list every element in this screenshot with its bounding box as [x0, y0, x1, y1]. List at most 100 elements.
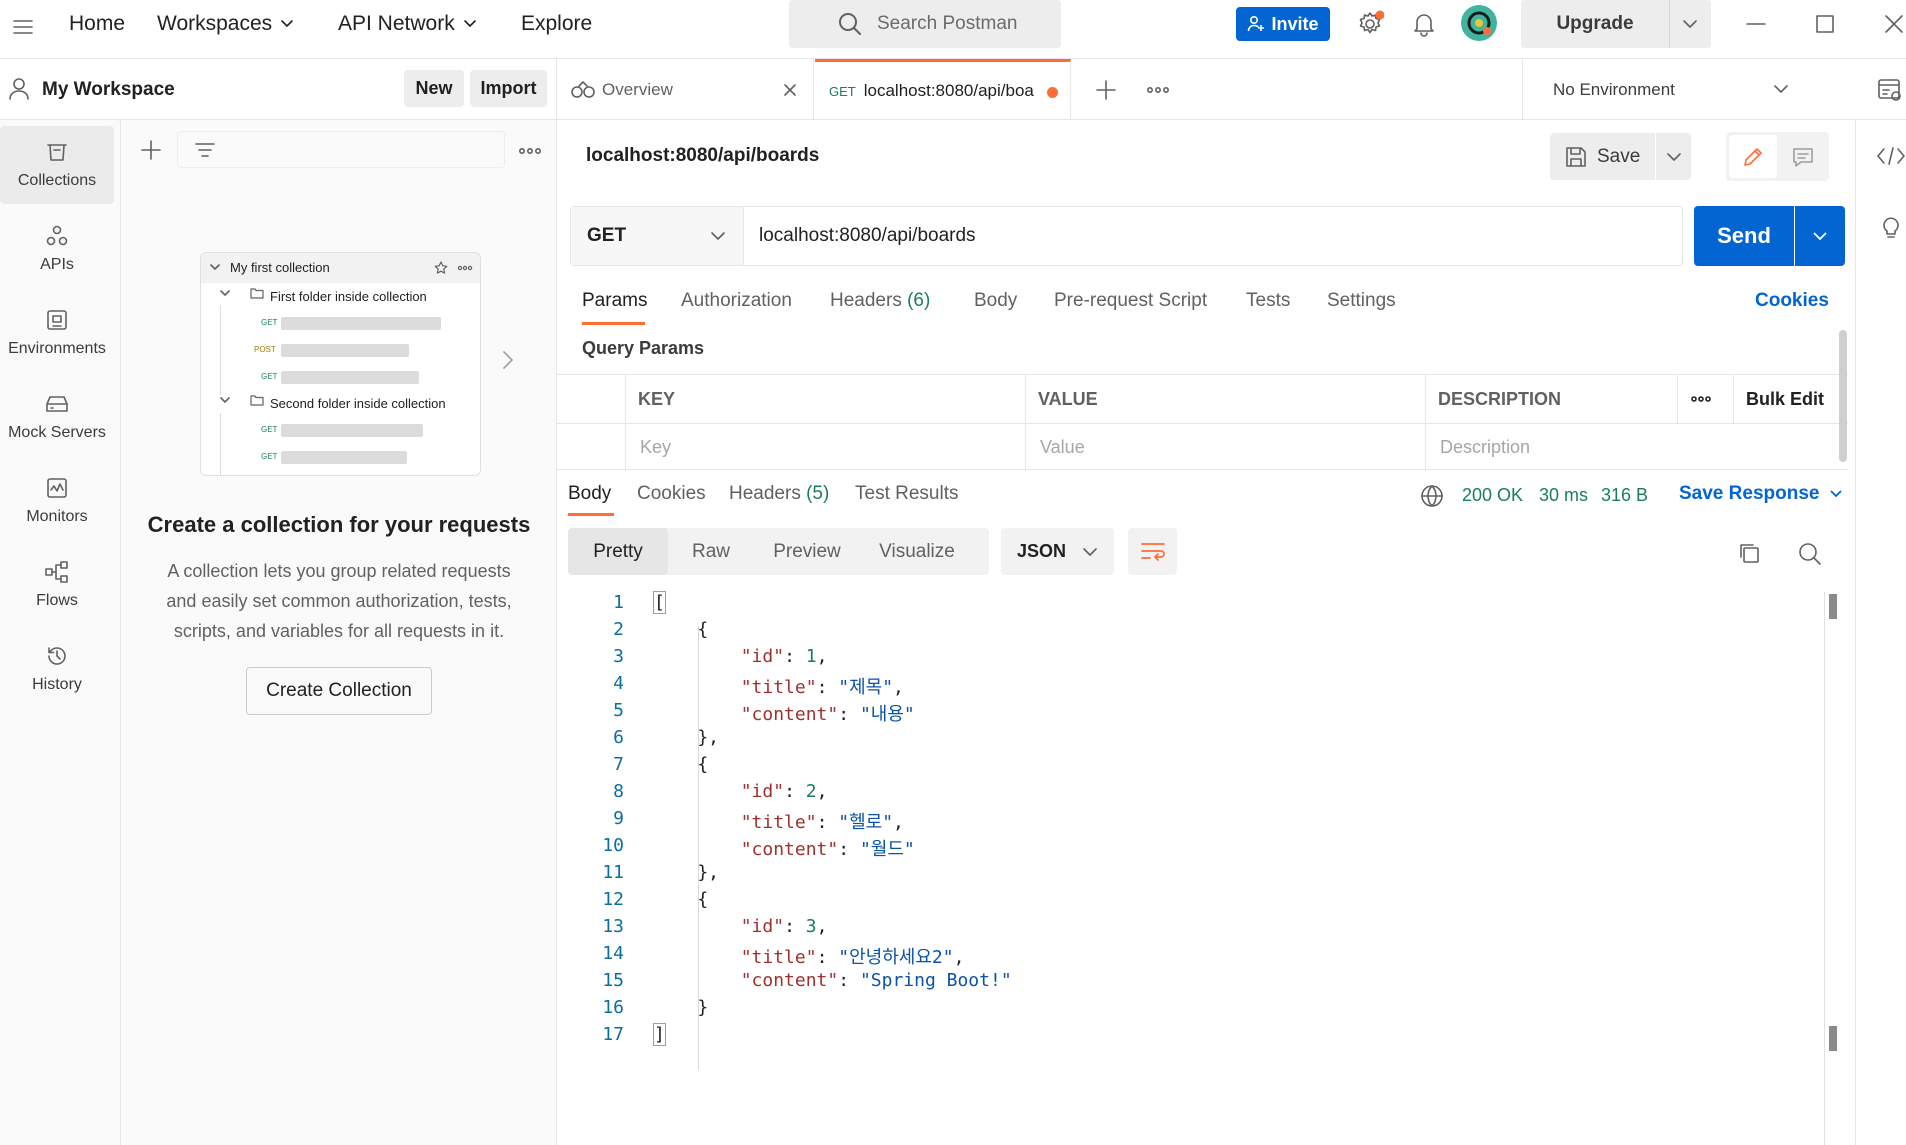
json-value-id: 3	[805, 916, 817, 937]
collection-filter-input[interactable]	[177, 131, 505, 168]
sidebar-item-flows[interactable]: Flows	[0, 546, 114, 624]
request-scrollbar[interactable]	[1839, 330, 1847, 462]
save-response-button[interactable]: Save Response	[1679, 483, 1843, 505]
code-line: "id": 2,	[740, 781, 828, 802]
nav-home[interactable]: Home	[69, 12, 125, 36]
line-number: 11	[602, 862, 624, 883]
active-tab-indicator	[568, 513, 614, 516]
view-visualize[interactable]: Visualize	[860, 528, 974, 575]
url-input[interactable]: localhost:8080/api/boards	[759, 225, 976, 247]
save-button[interactable]: Save	[1550, 133, 1655, 180]
chevron-down-icon	[281, 20, 293, 27]
line-number: 14	[602, 943, 624, 964]
close-icon[interactable]	[783, 83, 797, 97]
code-line: },	[654, 862, 720, 883]
param-key-input[interactable]: Key	[625, 423, 1025, 471]
sidebar-item-collections[interactable]: Collections	[0, 126, 114, 204]
globe-icon[interactable]	[1420, 484, 1444, 508]
avatar[interactable]	[1461, 5, 1497, 41]
chevron-down-icon[interactable]	[1682, 19, 1698, 29]
hamburger-menu-icon[interactable]	[12, 18, 34, 36]
environment-selector[interactable]: No Environment	[1523, 59, 1833, 120]
response-tab-body[interactable]: Body	[568, 483, 611, 505]
editor-scroll-marker-top[interactable]	[1829, 594, 1837, 619]
notifications-bell-icon[interactable]	[1411, 11, 1437, 37]
sidebar-item-environments[interactable]: Environments	[0, 294, 114, 372]
apis-icon	[46, 225, 68, 246]
nav-api-network[interactable]: API Network	[338, 12, 477, 36]
send-dropdown[interactable]	[1795, 206, 1845, 266]
response-body-editor[interactable]: 1 [ 2 { 3 "id": 1, 4 "title": "제목", 5 "c…	[568, 590, 1828, 1070]
add-collection-icon[interactable]	[140, 139, 162, 161]
comments-mode-button[interactable]	[1780, 135, 1826, 178]
view-preview[interactable]: Preview	[754, 528, 860, 575]
comment-icon	[1793, 148, 1813, 167]
tab-authorization[interactable]: Authorization	[681, 290, 792, 312]
bulk-edit-button[interactable]: Bulk Edit	[1733, 375, 1848, 423]
maximize-window-icon[interactable]	[1816, 15, 1834, 33]
tab-settings[interactable]: Settings	[1327, 290, 1396, 312]
empty-state-description-line: A collection lets you group related requ…	[167, 561, 511, 581]
invite-button[interactable]: Invite	[1236, 7, 1330, 41]
response-tab-test-results[interactable]: Test Results	[855, 483, 958, 505]
view-pretty[interactable]: Pretty	[568, 528, 668, 575]
upgrade-button[interactable]: Upgrade	[1521, 0, 1711, 48]
nav-workspaces[interactable]: Workspaces	[157, 12, 294, 36]
import-button[interactable]: Import	[470, 70, 547, 107]
create-collection-button[interactable]: Create Collection	[246, 667, 432, 715]
close-window-icon[interactable]	[1884, 14, 1904, 34]
edit-mode-button[interactable]	[1729, 135, 1777, 178]
environment-quick-look-icon[interactable]	[1877, 77, 1903, 103]
nav-explore[interactable]: Explore	[521, 12, 592, 36]
params-more-button[interactable]	[1677, 375, 1733, 423]
sidebar-item-history[interactable]: History	[0, 630, 114, 708]
sidebar-item-apis[interactable]: APIs	[0, 210, 114, 288]
history-icon	[48, 647, 66, 665]
minimize-window-icon[interactable]	[1746, 22, 1766, 26]
params-table: KEY VALUE DESCRIPTION Bulk Edit Key Valu…	[557, 374, 1848, 471]
method-get: GET	[261, 372, 278, 381]
sidebar-item-label: APIs	[40, 256, 74, 273]
tab-pre-request-script[interactable]: Pre-request Script	[1054, 290, 1207, 312]
new-button[interactable]: New	[404, 70, 464, 107]
sidebar-item-mock-servers[interactable]: Mock Servers	[0, 378, 114, 456]
copy-icon[interactable]	[1737, 541, 1761, 565]
chevron-right-icon[interactable]	[502, 350, 514, 370]
settings-gear-icon[interactable]	[1356, 10, 1384, 38]
param-description-input[interactable]: Description	[1425, 423, 1848, 471]
search-bar[interactable]: Search Postman	[789, 0, 1061, 48]
response-size[interactable]: 316 B	[1601, 485, 1648, 506]
nav-explore-label: Explore	[521, 12, 593, 35]
wrap-lines-button[interactable]	[1128, 528, 1177, 575]
editor-scroll-marker-bottom[interactable]	[1829, 1026, 1837, 1051]
code-icon[interactable]	[1876, 146, 1906, 166]
tab-tests[interactable]: Tests	[1246, 290, 1290, 312]
view-raw[interactable]: Raw	[668, 528, 754, 575]
lightbulb-icon[interactable]	[1878, 214, 1904, 240]
tabs-more-icon[interactable]	[1146, 86, 1170, 94]
response-tab-headers[interactable]: Headers (5)	[729, 483, 829, 505]
request-name[interactable]: localhost:8080/api/boards	[586, 145, 819, 167]
tab-overview[interactable]: Overview	[557, 59, 814, 120]
new-tab-plus-icon[interactable]	[1095, 79, 1117, 101]
response-time[interactable]: 30 ms	[1539, 485, 1588, 506]
tab-params[interactable]: Params	[582, 290, 647, 312]
workspace-name[interactable]: My Workspace	[42, 79, 175, 101]
more-options-icon[interactable]	[518, 147, 542, 155]
method-select[interactable]: GET	[571, 207, 744, 265]
tab-headers[interactable]: Headers (6)	[830, 290, 930, 312]
format-select[interactable]: JSON	[1001, 528, 1114, 575]
send-button[interactable]: Send	[1694, 206, 1794, 266]
save-dropdown[interactable]	[1656, 133, 1691, 180]
code-line: "content": "Spring Boot!"	[740, 970, 1012, 991]
cookies-link[interactable]: Cookies	[1755, 290, 1829, 312]
tree-guide	[220, 305, 221, 395]
search-response-icon[interactable]	[1797, 541, 1823, 567]
tab-request[interactable]: GET localhost:8080/api/boa	[815, 59, 1071, 120]
response-tab-cookies[interactable]: Cookies	[637, 483, 706, 505]
sidebar-item-monitors[interactable]: Monitors	[0, 462, 114, 540]
code-line: {	[654, 619, 709, 640]
tab-body[interactable]: Body	[974, 290, 1017, 312]
response-status[interactable]: 200 OK	[1462, 485, 1523, 506]
param-value-input[interactable]: Value	[1025, 423, 1425, 471]
